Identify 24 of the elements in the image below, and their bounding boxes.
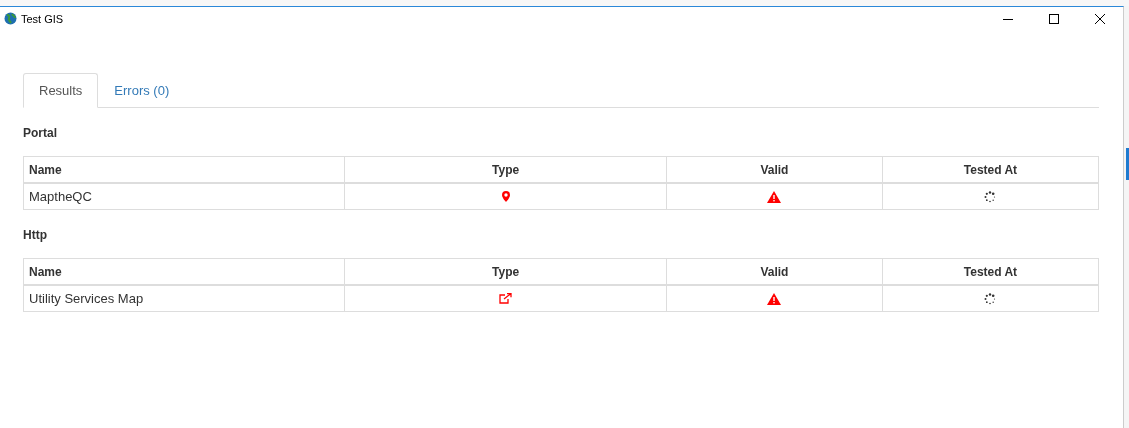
warning-icon (767, 292, 782, 305)
table-cell: MaptheQC (23, 183, 345, 210)
external-link-icon (499, 293, 513, 304)
loading-spinner-icon (984, 292, 997, 305)
column-header: Tested At (882, 258, 1099, 285)
close-icon (1095, 13, 1105, 24)
section-heading: Http (23, 228, 48, 242)
table-cell: Utility Services Map (23, 285, 345, 312)
tab[interactable]: Errors (0) (98, 73, 186, 108)
column-header: Name (23, 258, 345, 285)
column-header: Valid (666, 156, 883, 183)
column-header: Name (23, 156, 345, 183)
maximize-icon (1049, 13, 1059, 24)
column-header: Valid (666, 258, 883, 285)
globe-icon (4, 12, 17, 25)
section-heading: Portal (23, 126, 58, 140)
column-header: Tested At (882, 156, 1099, 183)
warning-icon (767, 190, 782, 203)
loading-spinner-icon (984, 190, 997, 203)
column-header: Type (344, 156, 667, 183)
window-title: Test GIS (21, 12, 65, 25)
column-header: Type (344, 258, 667, 285)
map-pin-icon (501, 191, 510, 202)
tab[interactable]: Results (23, 73, 99, 108)
